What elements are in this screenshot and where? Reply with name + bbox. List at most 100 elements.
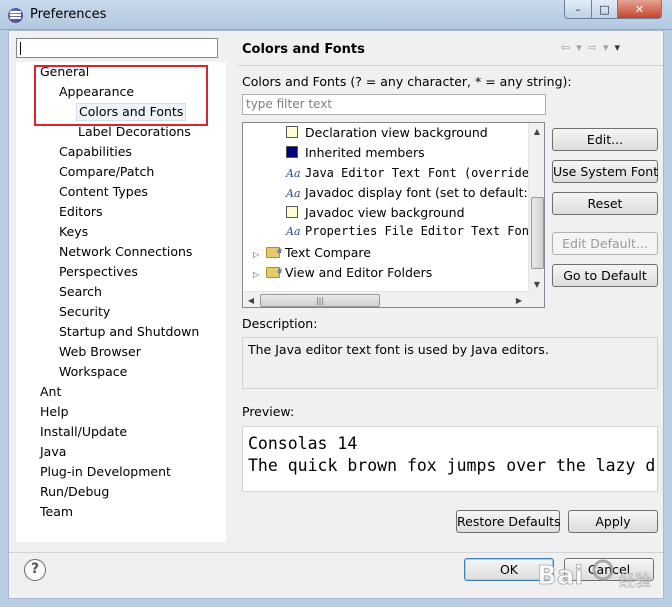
- apply-button[interactable]: Apply: [568, 510, 658, 533]
- go-to-default-button[interactable]: Go to Default: [552, 264, 658, 287]
- edit-button[interactable]: Edit...: [552, 128, 658, 151]
- tree-item-perspectives[interactable]: Perspectives: [57, 263, 140, 281]
- color-row[interactable]: Javadoc view background: [286, 203, 465, 223]
- tree-item-team[interactable]: Team: [38, 503, 75, 521]
- row-label: Java Editor Text Font (overrides: [305, 166, 537, 180]
- font-row[interactable]: Aa Javadoc display font (set to default: …: [286, 183, 541, 203]
- font-icon: Aa: [286, 225, 301, 238]
- description-text: The Java editor text font is used by Jav…: [242, 337, 658, 389]
- scroll-down-icon[interactable]: ▼: [529, 276, 544, 292]
- filter-label: Colors and Fonts (? = any character, * =…: [242, 74, 572, 89]
- font-icon: Aa: [286, 187, 301, 200]
- tree-item-general[interactable]: General: [38, 63, 91, 81]
- preview-label: Preview:: [242, 404, 295, 419]
- row-label: Javadoc display font (set to default: D: [305, 185, 542, 200]
- close-icon: ✕: [634, 2, 645, 16]
- row-label: Inherited members: [305, 145, 425, 160]
- page-navigation: ⇦ ▾ ⇨ ▾ ▾: [561, 41, 620, 57]
- color-swatch-icon: [286, 126, 298, 138]
- folder-row[interactable]: ▷ View and Editor Folders: [253, 261, 433, 285]
- forward-icon[interactable]: ⇨: [588, 41, 597, 57]
- font-preview: Consolas 14 The quick brown fox jumps ov…: [242, 426, 658, 492]
- tree-item-java[interactable]: Java: [38, 443, 68, 461]
- reset-button[interactable]: Reset: [552, 192, 658, 215]
- font-row[interactable]: Aa Properties File Editor Text Font: [286, 221, 536, 241]
- color-swatch-icon: [286, 146, 298, 158]
- tree-item-appearance[interactable]: Appearance: [57, 83, 136, 101]
- back-icon[interactable]: ⇦: [561, 41, 570, 57]
- row-label: Text Compare: [285, 245, 371, 260]
- tree-item-security[interactable]: Security: [57, 303, 112, 321]
- ok-button[interactable]: OK: [464, 558, 554, 581]
- page-title: Colors and Fonts: [242, 42, 365, 57]
- folder-row[interactable]: ▷ Text Compare: [253, 241, 371, 265]
- expand-icon[interactable]: ▷: [253, 265, 263, 285]
- maximize-button[interactable]: □: [591, 0, 618, 19]
- pane-sash[interactable]: [234, 31, 237, 561]
- row-label: Properties File Editor Text Font: [305, 224, 537, 238]
- row-label: Javadoc view background: [305, 205, 465, 220]
- window-titlebar[interactable]: Preferences – □ ✕: [0, 0, 672, 30]
- color-row[interactable]: Inherited members: [286, 143, 425, 163]
- restore-defaults-button[interactable]: Restore Defaults: [456, 510, 561, 533]
- close-button[interactable]: ✕: [617, 0, 662, 19]
- tree-item-run-debug[interactable]: Run/Debug: [38, 483, 111, 501]
- preference-filter-input[interactable]: [16, 38, 218, 58]
- horizontal-scrollbar[interactable]: ◀ ||| ▶: [243, 291, 528, 307]
- view-menu-icon[interactable]: ▾: [615, 41, 621, 57]
- colors-fonts-filter-input[interactable]: type filter text: [242, 94, 546, 115]
- scroll-left-icon[interactable]: ◀: [243, 292, 259, 307]
- tree-item-colors-and-fonts[interactable]: Colors and Fonts: [76, 103, 187, 121]
- description-label: Description:: [242, 316, 318, 331]
- tree-item-web-browser[interactable]: Web Browser: [57, 343, 143, 361]
- minimize-button[interactable]: –: [564, 0, 592, 19]
- tree-item-ant[interactable]: Ant: [38, 383, 63, 401]
- edit-default-button[interactable]: Edit Default...: [552, 232, 658, 255]
- color-row[interactable]: Declaration view background: [286, 123, 488, 143]
- font-icon: Aa: [286, 167, 301, 180]
- row-label: View and Editor Folders: [285, 265, 433, 280]
- tree-item-content-types[interactable]: Content Types: [57, 183, 150, 201]
- font-row[interactable]: Aa Java Editor Text Font (overrides: [286, 163, 536, 183]
- use-system-font-button[interactable]: Use System Font: [552, 160, 658, 183]
- tree-item-network-connections[interactable]: Network Connections: [57, 243, 194, 261]
- colors-fonts-tree[interactable]: Declaration view background Inherited mem…: [242, 122, 545, 308]
- row-label: Declaration view background: [305, 125, 488, 140]
- vertical-scrollbar[interactable]: ▲ ▼: [528, 123, 544, 292]
- vertical-scroll-thumb[interactable]: [531, 197, 544, 269]
- tree-item-startup-and-shutdown[interactable]: Startup and Shutdown: [57, 323, 201, 341]
- folder-icon: [266, 261, 282, 281]
- tree-item-workspace[interactable]: Workspace: [57, 363, 129, 381]
- horizontal-scroll-thumb[interactable]: |||: [260, 294, 380, 307]
- tree-item-capabilities[interactable]: Capabilities: [57, 143, 134, 161]
- tree-item-label-decorations[interactable]: Label Decorations: [76, 123, 193, 141]
- back-menu-icon[interactable]: ▾: [576, 41, 582, 57]
- footer-separator: [9, 552, 663, 553]
- scroll-corner: [528, 291, 544, 307]
- preview-font-name: Consolas 14: [248, 434, 358, 453]
- preview-sample-text: The quick brown fox jumps over the lazy …: [248, 456, 656, 475]
- tree-item-plug-in-development[interactable]: Plug-in Development: [38, 463, 173, 481]
- minimize-icon: –: [575, 2, 581, 16]
- text-caret: [20, 42, 21, 55]
- preference-tree[interactable]: General Appearance Colors and Fonts Label D…: [16, 62, 226, 542]
- tree-item-compare-patch[interactable]: Compare/Patch: [57, 163, 156, 181]
- help-icon[interactable]: ?: [24, 559, 46, 581]
- expand-icon[interactable]: ▷: [253, 245, 263, 265]
- tree-item-keys[interactable]: Keys: [57, 223, 90, 241]
- scroll-right-icon[interactable]: ▶: [511, 292, 527, 307]
- title-separator: [237, 65, 663, 66]
- tree-item-search[interactable]: Search: [57, 283, 104, 301]
- preferences-dialog: General Appearance Colors and Fonts Label D…: [8, 30, 664, 599]
- forward-menu-icon[interactable]: ▾: [603, 41, 609, 57]
- color-swatch-icon: [286, 206, 298, 218]
- tree-item-help[interactable]: Help: [38, 403, 71, 421]
- maximize-icon: □: [599, 2, 610, 16]
- scroll-up-icon[interactable]: ▲: [529, 123, 544, 139]
- window-title: Preferences: [30, 7, 107, 22]
- folder-icon: [266, 241, 282, 261]
- eclipse-icon: [8, 8, 23, 23]
- tree-item-editors[interactable]: Editors: [57, 203, 105, 221]
- tree-item-install-update[interactable]: Install/Update: [38, 423, 129, 441]
- cancel-button[interactable]: Cancel: [564, 558, 654, 581]
